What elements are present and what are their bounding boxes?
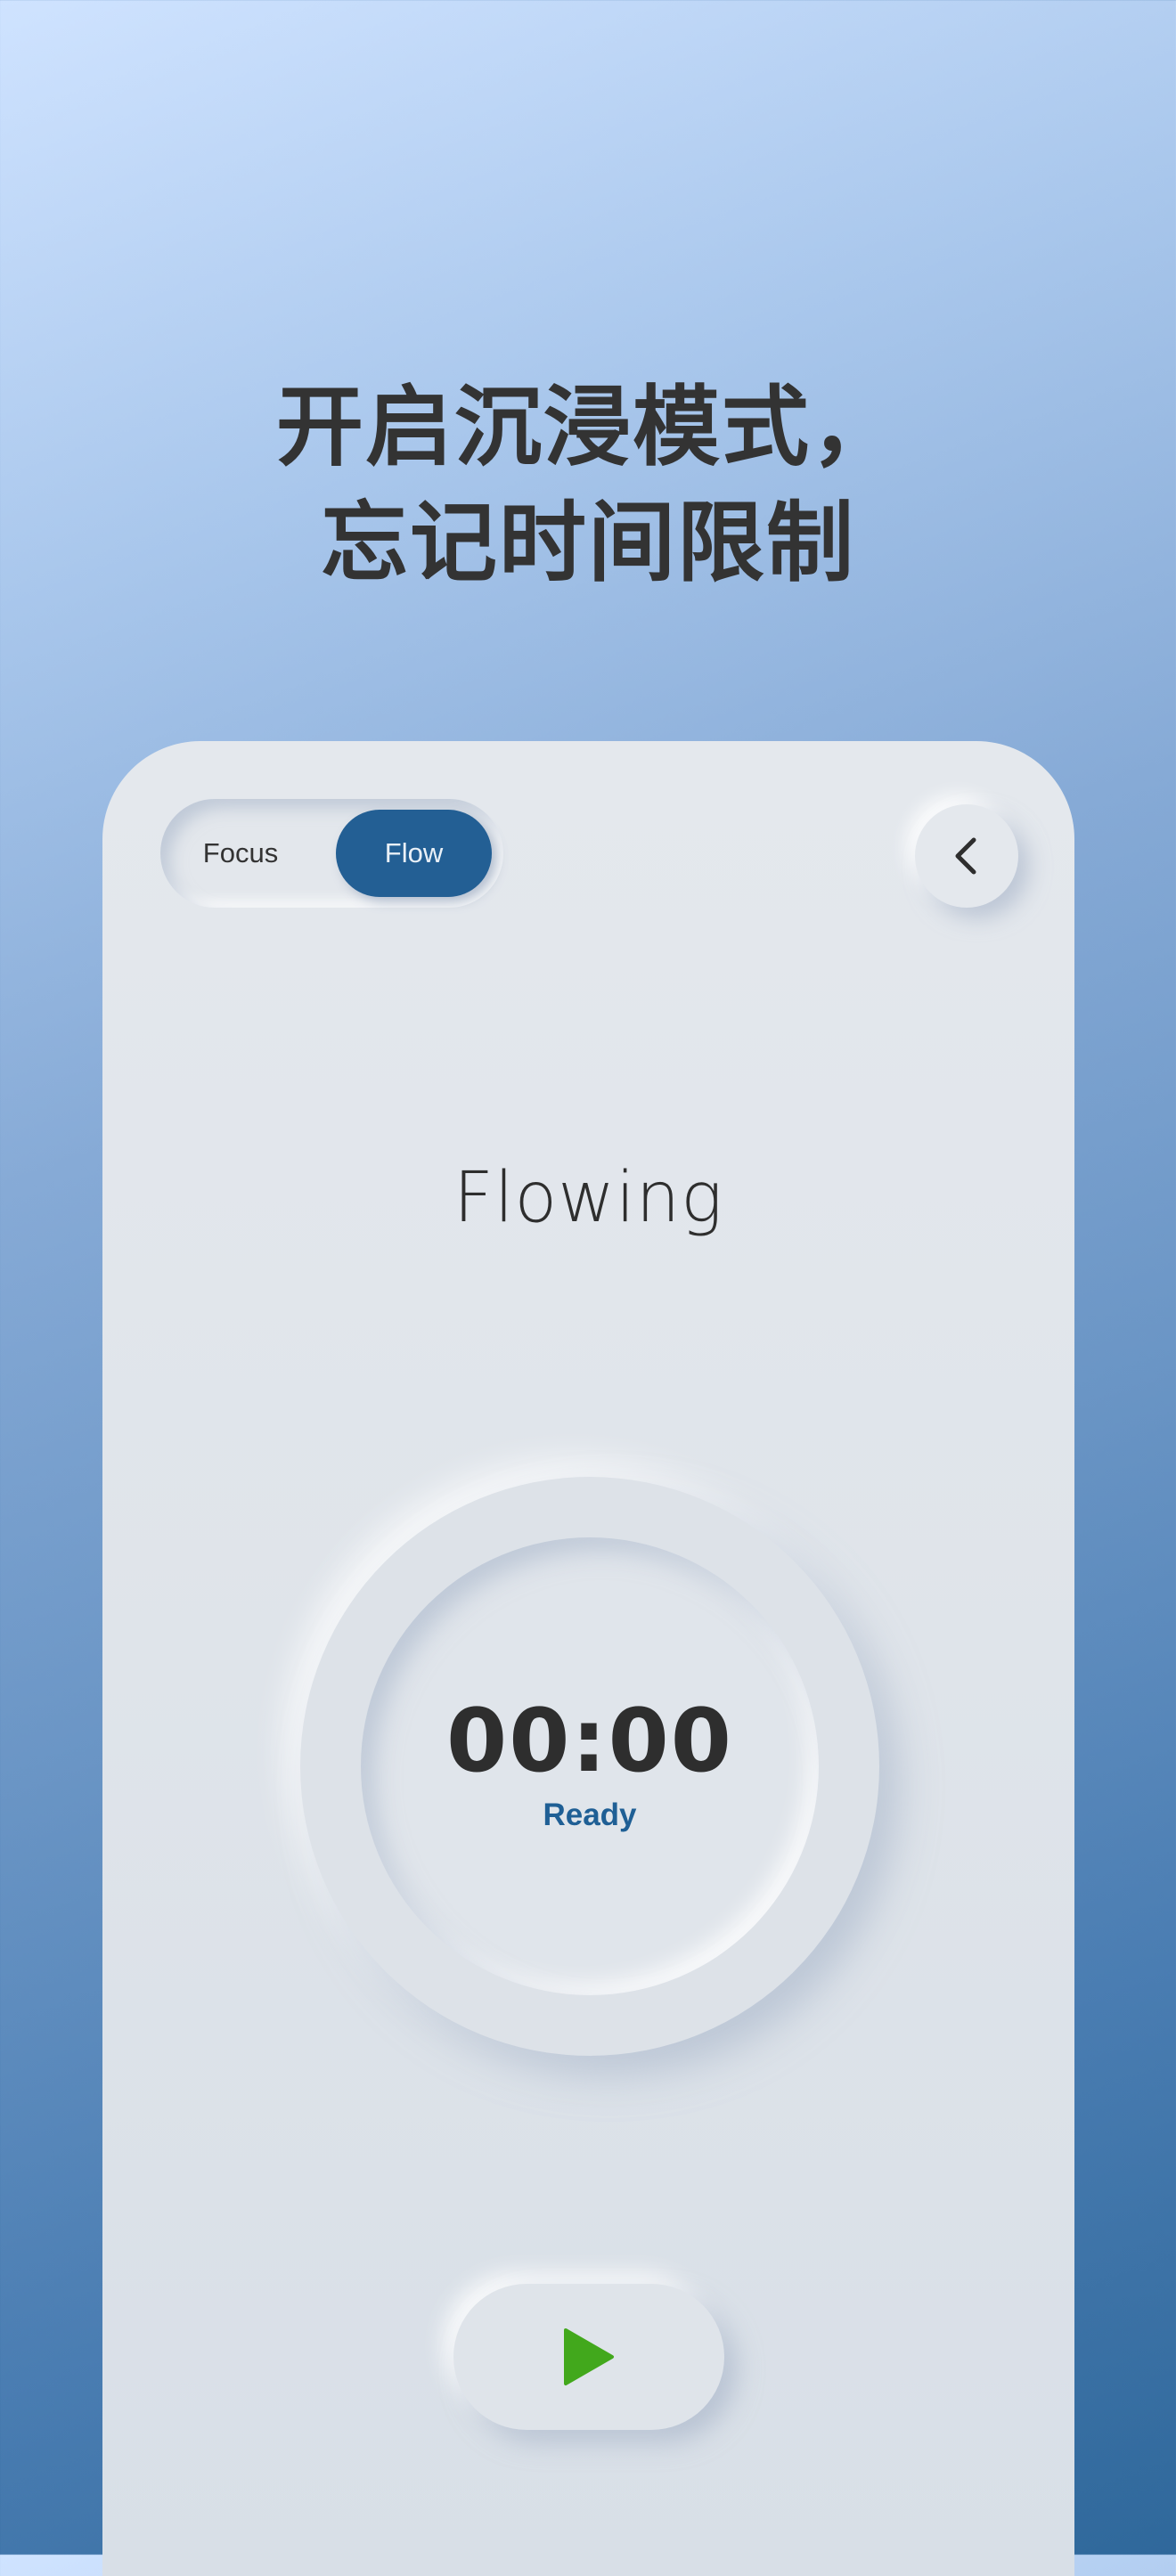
promo-headline: 开启沉浸模式， 忘记时间限制 [0, 370, 1176, 601]
mode-title: Flowing [453, 1158, 723, 1238]
headline-line-1: 开启沉浸模式， [275, 377, 900, 478]
headline-line-2: 忘记时间限制 [320, 493, 855, 594]
mode-toggle[interactable]: Focus Flow [160, 799, 503, 908]
play-icon [564, 2328, 614, 2385]
timer-dial-inner: 00:00 Ready [361, 1537, 819, 1995]
back-button[interactable] [915, 804, 1018, 908]
mode-option-focus[interactable]: Focus [178, 812, 303, 894]
timer-status: Ready [543, 1797, 637, 1832]
timer-dial: 00:00 Ready [300, 1477, 879, 2056]
app-screen: Focus Flow Flowing 00:00 Ready [102, 741, 1074, 2576]
mode-option-flow[interactable]: Flow [336, 810, 492, 897]
timer-display: 00:00 [446, 1691, 733, 1792]
chevron-left-icon [955, 837, 976, 875]
play-button[interactable] [453, 2284, 724, 2430]
